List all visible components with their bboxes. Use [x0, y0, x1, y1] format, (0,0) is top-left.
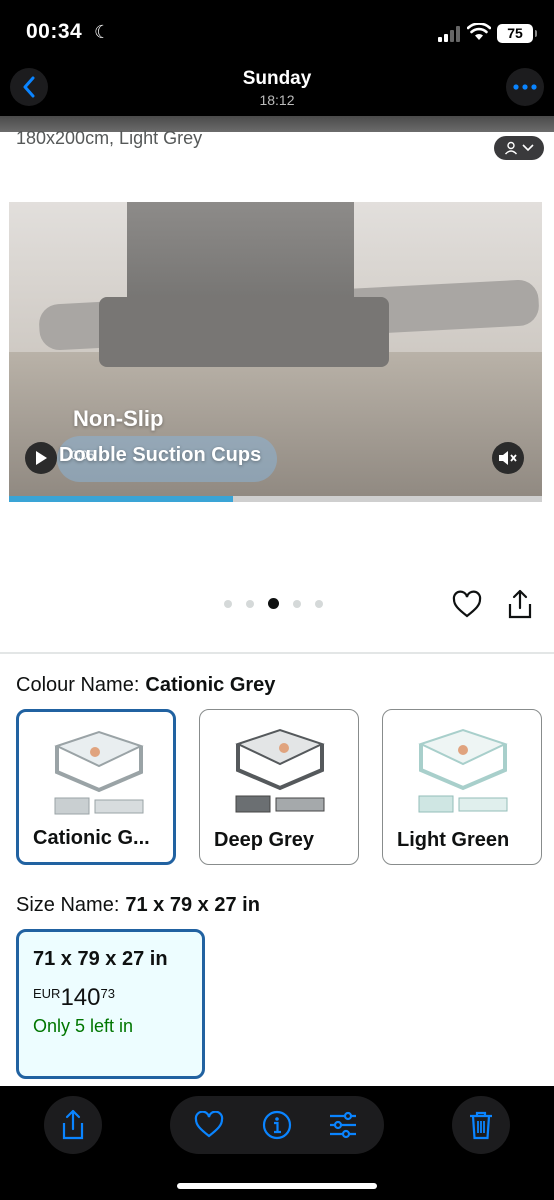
delete-button[interactable]	[452, 1096, 510, 1154]
carousel-dot[interactable]	[268, 598, 279, 609]
colour-label-text: Colour Name:	[16, 674, 140, 696]
price-whole: 140	[60, 984, 101, 1011]
colour-selected-value: Cationic Grey	[145, 674, 276, 696]
variant-description: 180x200cm, Light Grey	[16, 128, 203, 148]
moon-icon: ☾	[94, 22, 111, 42]
adjust-button[interactable]	[327, 1109, 359, 1141]
playpen-base	[99, 297, 389, 367]
stock-status: Only 5 left in	[33, 1016, 134, 1036]
play-button[interactable]	[25, 442, 57, 474]
product-video[interactable]: Non-Slip Double Suction Cups 0:05	[9, 202, 542, 502]
price-currency: EUR	[33, 986, 61, 1001]
nav-header: Sunday 18:12	[0, 62, 554, 116]
video-caption-title: Non-Slip	[73, 406, 164, 431]
colour-option-light-green[interactable]: Light Green	[382, 709, 542, 865]
price-fraction: 73	[100, 986, 115, 1001]
share-icon[interactable]	[506, 588, 534, 620]
battery-icon: 75	[497, 24, 537, 43]
mute-icon	[499, 451, 517, 465]
colour-option-label: Deep Grey	[214, 829, 315, 851]
share-icon	[62, 1109, 84, 1140]
status-bar: 00:34 ☾ 75	[0, 0, 554, 62]
section-divider	[0, 652, 554, 654]
size-option-card[interactable]: 71 x 79 x 27 in EUR14073 Only 5 left in	[16, 929, 205, 1079]
profile-switch-button[interactable]	[494, 136, 544, 160]
heart-icon[interactable]	[452, 590, 482, 620]
more-button[interactable]	[506, 68, 544, 106]
carousel-dot[interactable]	[315, 599, 323, 608]
colour-option-label: Cationic G...	[33, 827, 150, 849]
playpen-thumbnail	[235, 728, 325, 813]
size-label-text: Size Name:	[16, 894, 120, 916]
share-button[interactable]	[44, 1096, 102, 1154]
page-title: Sunday	[242, 68, 312, 89]
play-icon	[36, 451, 47, 465]
carousel-dot[interactable]	[293, 599, 301, 608]
carousel-dot[interactable]	[224, 599, 232, 608]
adjust-icon	[330, 1111, 356, 1139]
carousel-dots	[224, 598, 323, 609]
video-progress-fill	[9, 496, 233, 502]
chevron-down-icon	[522, 144, 534, 152]
trash-icon	[470, 1111, 492, 1140]
heart-icon	[194, 1111, 224, 1138]
size-option-price: EUR14073	[33, 984, 115, 1012]
status-time: 00:34	[26, 20, 83, 43]
size-selected-value: 71 x 79 x 27 in	[125, 894, 260, 916]
wifi-icon	[467, 23, 491, 40]
colour-option-cationic-grey[interactable]: Cationic G...	[16, 709, 176, 865]
action-group	[170, 1096, 384, 1154]
colour-label: Colour Name: Cationic Grey	[16, 674, 275, 697]
person-icon	[504, 141, 518, 155]
carousel-dot[interactable]	[246, 599, 254, 608]
cellular-signal-icon	[438, 26, 460, 42]
info-icon	[262, 1110, 292, 1140]
battery-level: 75	[507, 25, 523, 41]
mute-button[interactable]	[492, 442, 524, 474]
favorite-button[interactable]	[193, 1109, 225, 1141]
video-timestamp: 0:05	[71, 448, 95, 462]
video-progress-bar[interactable]	[9, 496, 542, 502]
colour-option-deep-grey[interactable]: Deep Grey	[199, 709, 359, 865]
more-icon	[513, 84, 537, 90]
colour-option-label: Light Green	[397, 829, 510, 851]
playpen-thumbnail	[418, 728, 508, 813]
product-page: 180x200cm, Light Grey Non-Slip Double Su…	[0, 116, 554, 1086]
size-label: Size Name: 71 x 79 x 27 in	[16, 894, 260, 917]
page-subtitle: 18:12	[259, 92, 295, 108]
info-button[interactable]	[261, 1109, 293, 1141]
home-indicator	[177, 1183, 377, 1189]
size-option-dimensions: 71 x 79 x 27 in	[33, 948, 168, 970]
playpen-thumbnail	[54, 730, 144, 815]
